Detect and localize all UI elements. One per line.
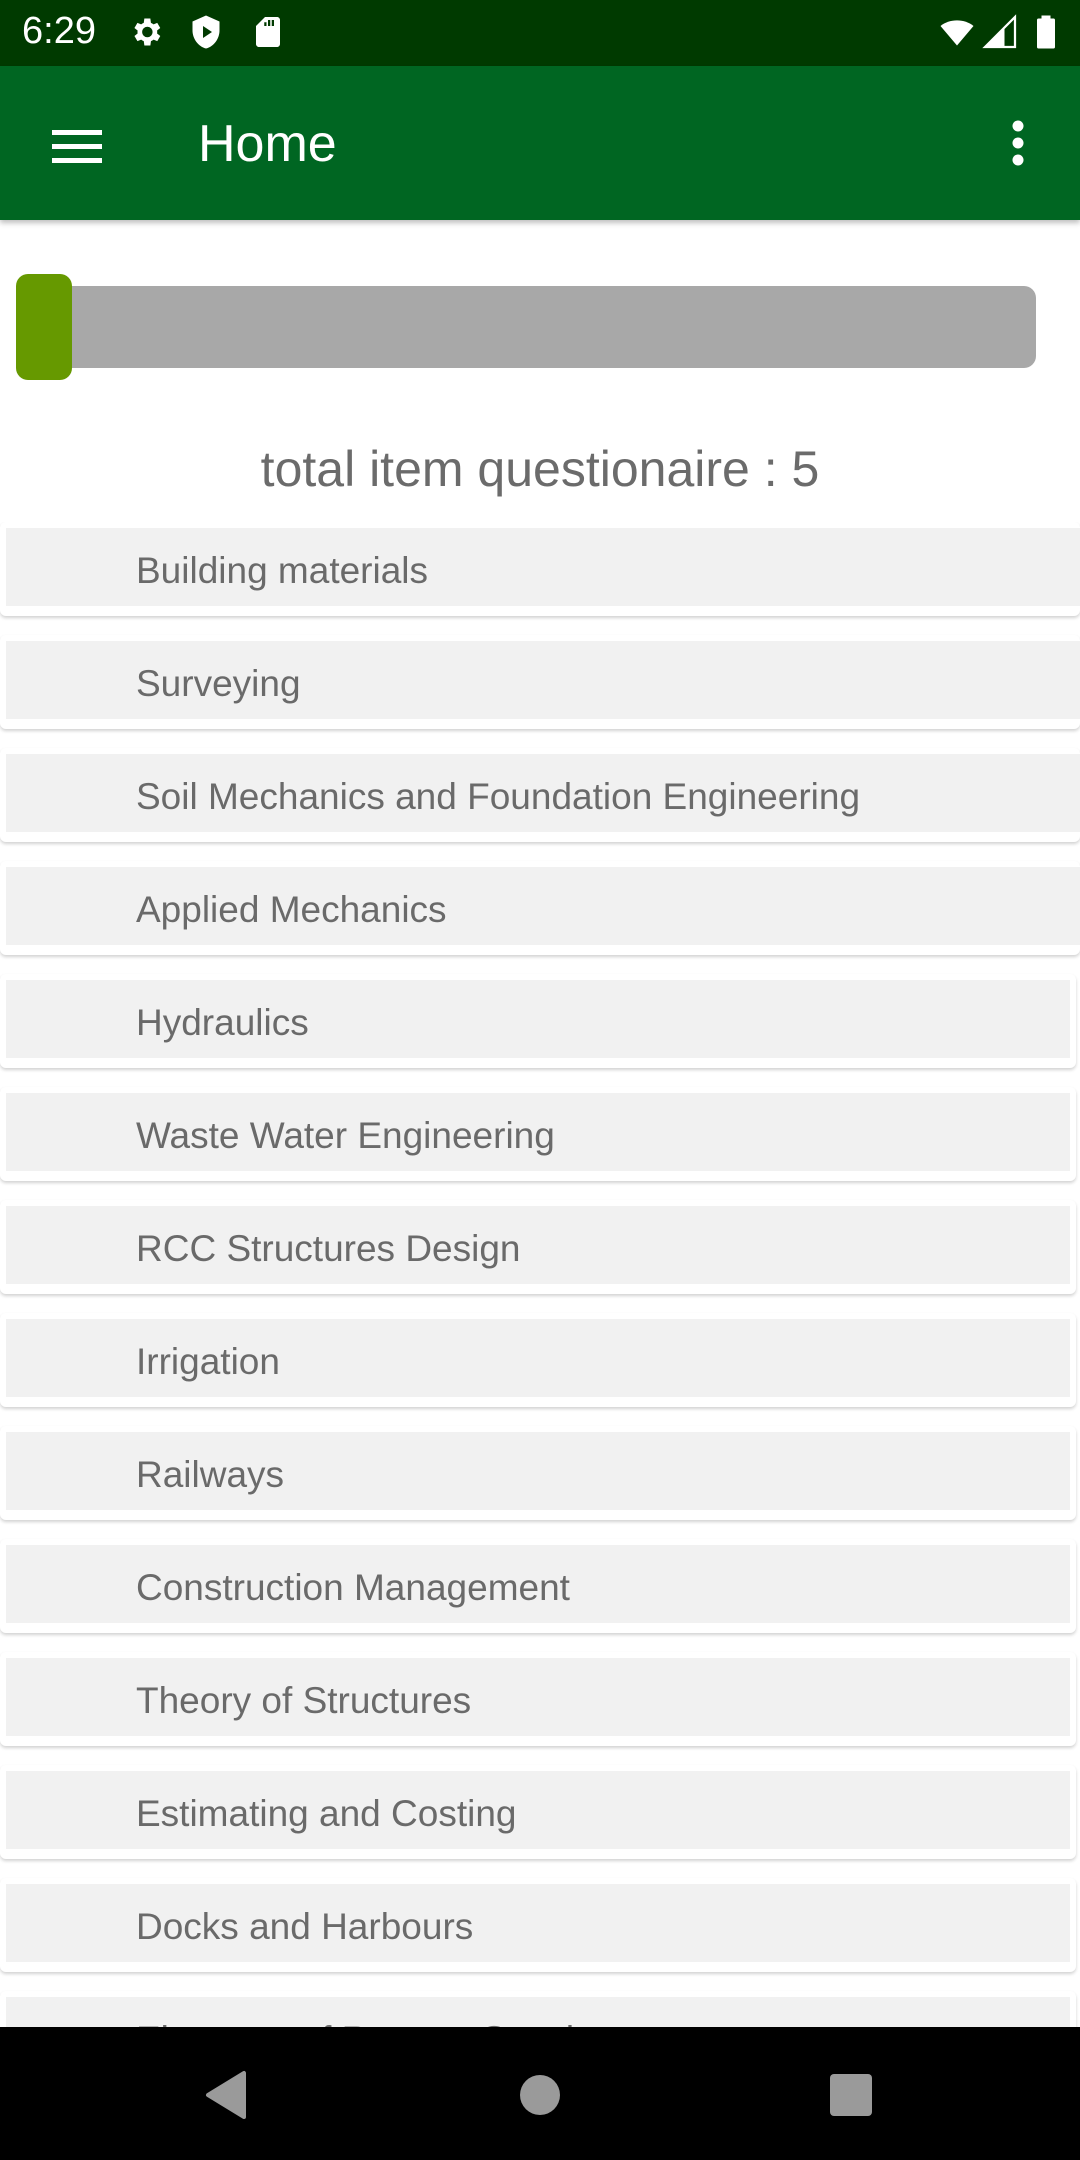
settings-icon <box>134 18 161 46</box>
list-item-background: Hydraulics <box>6 980 1070 1058</box>
progress-bar <box>16 274 1036 380</box>
list-item[interactable]: Building materials <box>0 522 1080 616</box>
progress-fill <box>16 274 72 380</box>
list-item-label: Docks and Harbours <box>136 1906 474 1947</box>
list-item-label: Waste Water Engineering <box>136 1115 555 1156</box>
list-item-background: Applied Mechanics <box>6 867 1080 945</box>
list-item-label: Railways <box>136 1454 285 1495</box>
list-item-background: Construction Management <box>6 1545 1070 1623</box>
list-item[interactable]: Applied Mechanics <box>0 861 1080 955</box>
list-item-background: Theory of Structures <box>6 1658 1070 1736</box>
list-item-background: Building materials <box>6 528 1080 606</box>
list-item[interactable]: Surveying <box>0 635 1080 729</box>
recents-icon[interactable] <box>822 2065 882 2125</box>
status-time: 6:29 <box>22 10 96 52</box>
list-item-label: Construction Management <box>136 1567 570 1608</box>
list-item-background: Waste Water Engineering <box>6 1093 1070 1171</box>
list-item-background: Railways <box>6 1432 1070 1510</box>
list-item-label: Hydraulics <box>136 1002 309 1043</box>
list-item-background: RCC Structures Design <box>6 1206 1070 1284</box>
page-title: Home <box>198 115 337 173</box>
home-icon[interactable] <box>510 2065 570 2125</box>
list-item-label: Irrigation <box>136 1341 280 1382</box>
list-item-label: Surveying <box>136 663 301 704</box>
list-item-background: Docks and Harbours <box>6 1884 1070 1962</box>
list-item-label: Theory of Structures <box>136 1680 472 1721</box>
list-item-label: Soil Mechanics and Foundation Engineerin… <box>136 776 861 817</box>
more-vertical-icon[interactable] <box>990 110 1050 176</box>
list-item[interactable]: Soil Mechanics and Foundation Engineerin… <box>0 748 1080 842</box>
list-item-background: Estimating and Costing <box>6 1771 1070 1849</box>
sd-card-icon <box>256 17 280 47</box>
list-item[interactable]: Theory of Structures <box>0 1652 1076 1746</box>
list-item-background: Surveying <box>6 641 1080 719</box>
list-item[interactable]: Elements of Remote Sensing <box>0 1991 1076 2027</box>
back-icon[interactable] <box>196 2065 256 2125</box>
app-bar: Home <box>0 66 1080 220</box>
list-item-label: Building materials <box>136 550 429 591</box>
navigation-bar <box>0 2027 1080 2160</box>
list-item[interactable]: Estimating and Costing <box>0 1765 1076 1859</box>
list-item-background: Soil Mechanics and Foundation Engineerin… <box>6 754 1080 832</box>
list-item-label: Elements of Remote Sensing <box>136 2019 615 2027</box>
list-item-label: Applied Mechanics <box>136 889 447 930</box>
signal-icon <box>982 14 1017 49</box>
subject-list[interactable]: Building materials Surveying Soil Mechanic… <box>0 522 1080 2027</box>
battery-icon <box>1037 15 1055 49</box>
list-item[interactable]: Irrigation <box>0 1313 1076 1407</box>
total-questionnaire-count: total item questionaire : 5 <box>260 441 820 497</box>
list-item[interactable]: Waste Water Engineering <box>0 1087 1076 1181</box>
progress-track <box>42 286 1036 368</box>
hamburger-menu-icon[interactable] <box>36 108 116 178</box>
list-item-background: Elements of Remote Sensing <box>6 1997 1070 2027</box>
list-item[interactable]: Hydraulics <box>0 974 1076 1068</box>
wifi-icon <box>940 20 974 46</box>
list-item-background: Irrigation <box>6 1319 1070 1397</box>
list-item[interactable]: Construction Management <box>0 1539 1076 1633</box>
list-item-label: Estimating and Costing <box>136 1793 517 1834</box>
list-item[interactable]: RCC Structures Design <box>0 1200 1076 1294</box>
list-item[interactable]: Docks and Harbours <box>0 1878 1076 1972</box>
status-bar: 6:29 <box>0 0 1080 66</box>
list-item[interactable]: Railways <box>0 1426 1076 1520</box>
list-item-label: RCC Structures Design <box>136 1228 521 1269</box>
shield-play-icon <box>192 15 220 49</box>
